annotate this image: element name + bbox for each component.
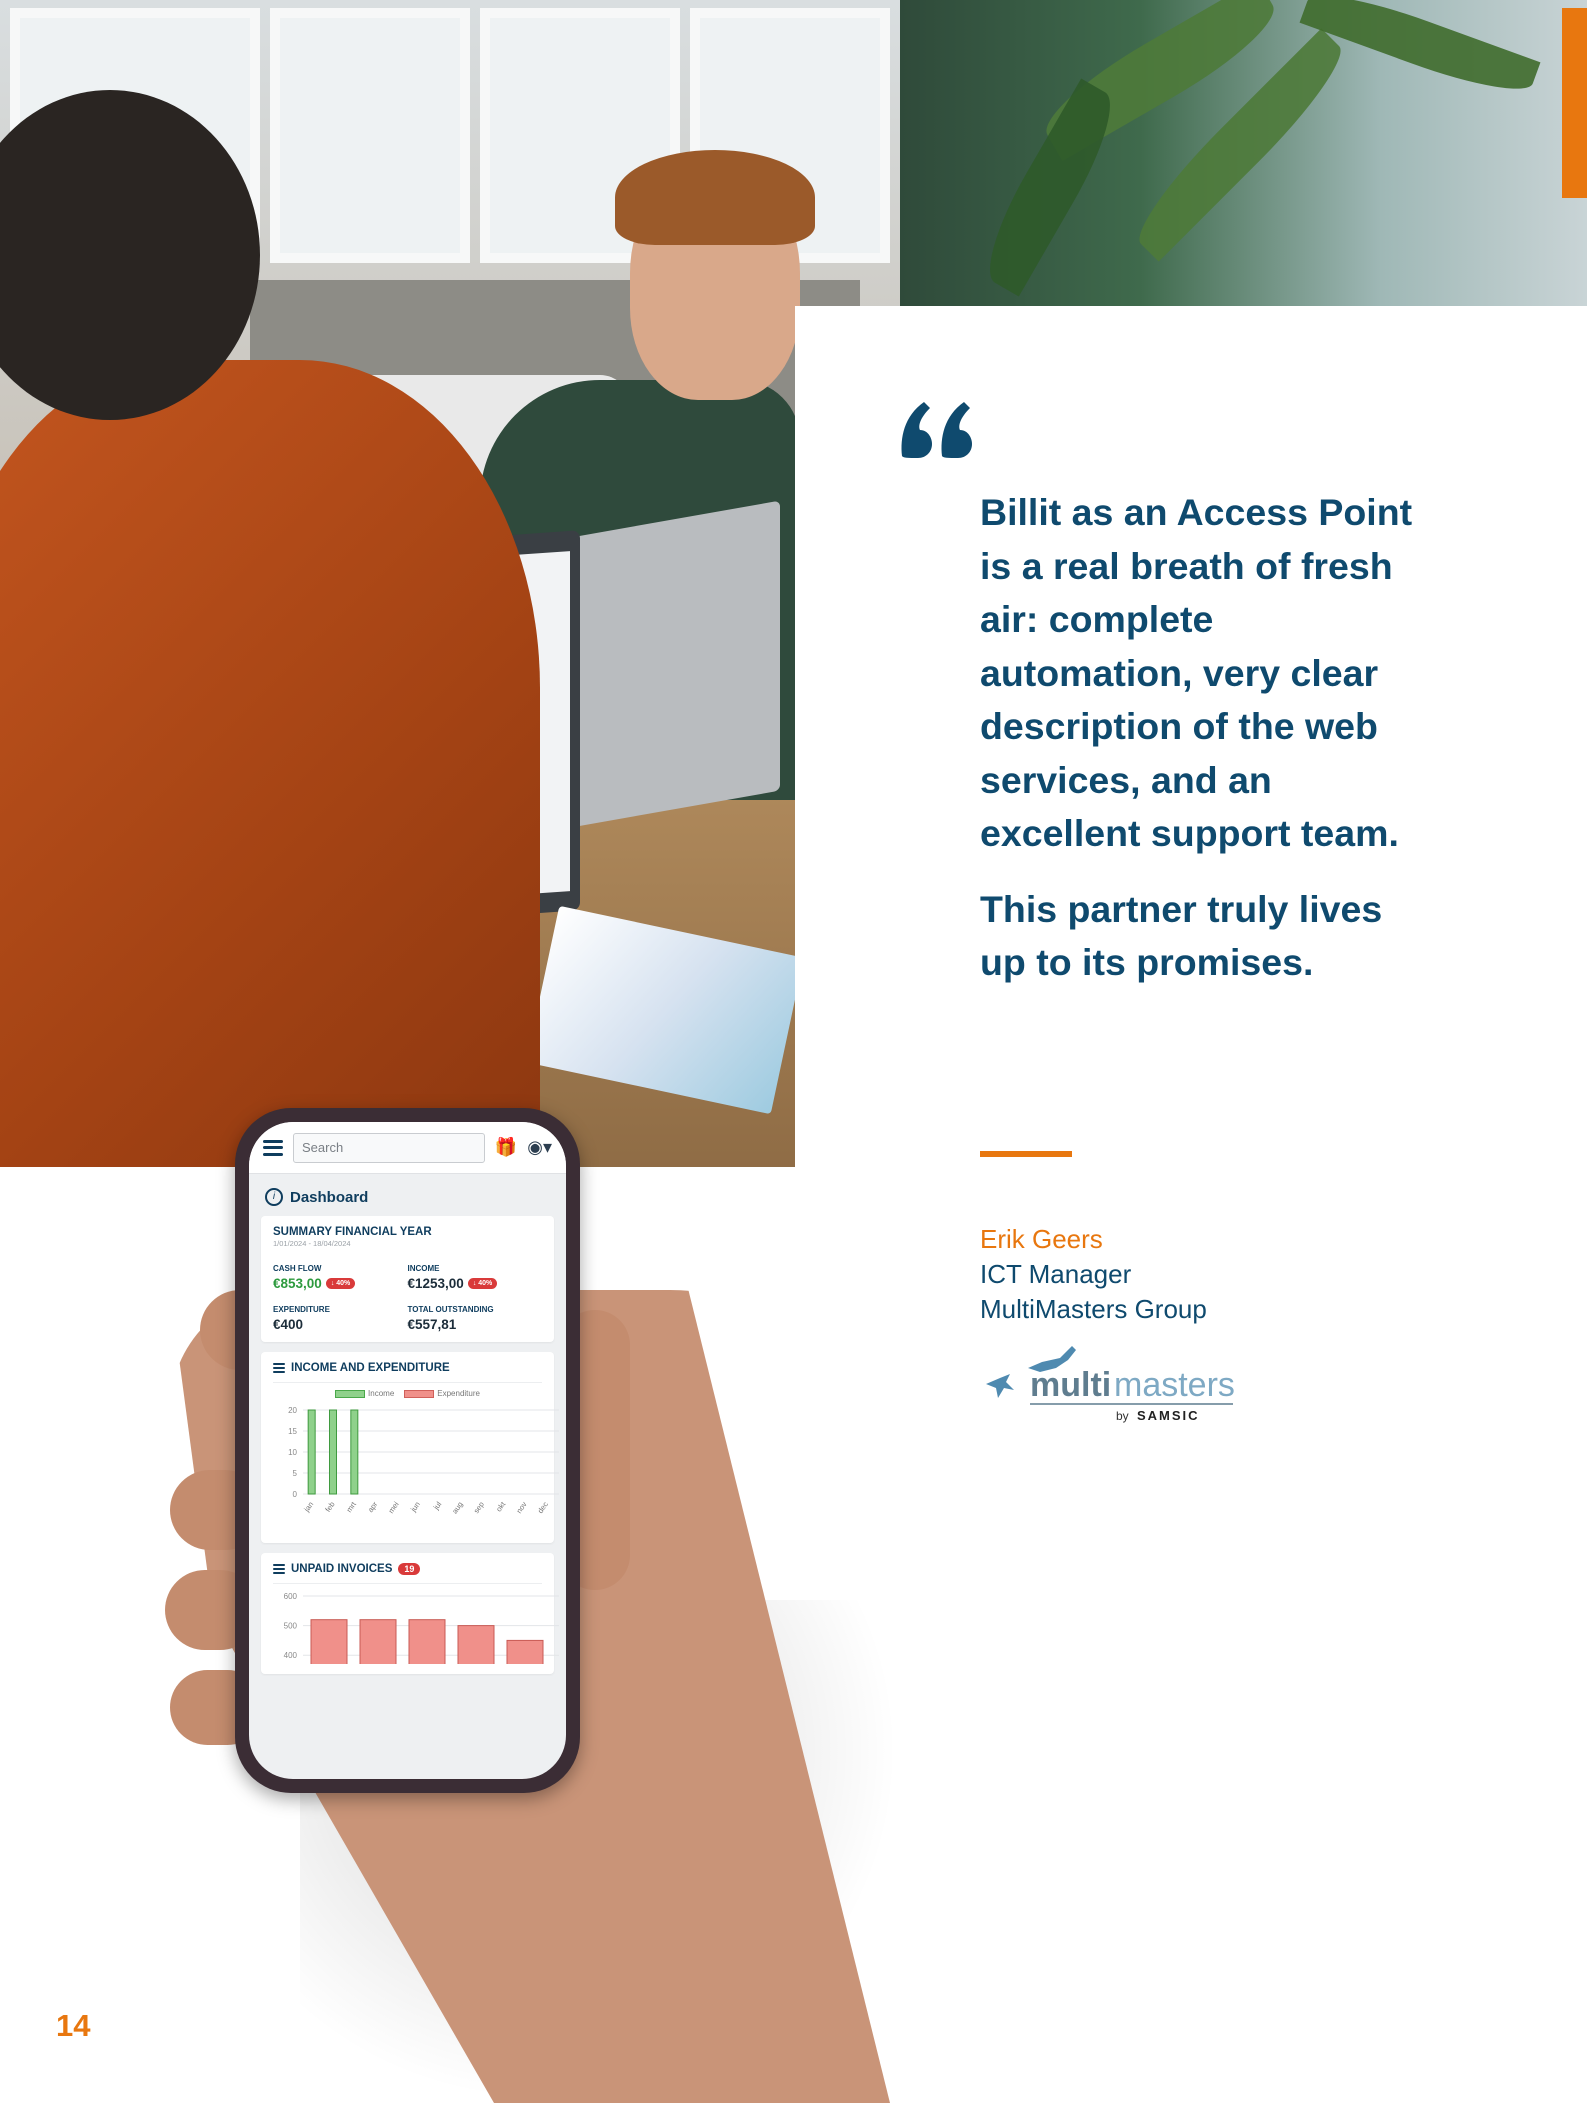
unpaid-invoices-card: UNPAID INVOICES 19 400 500 600 xyxy=(261,1553,559,1674)
unpaid-bar xyxy=(506,1639,544,1664)
quote-paragraph: Billit as an Access Point is a real brea… xyxy=(980,491,1413,854)
man-hair xyxy=(615,150,815,245)
unpaid-bar xyxy=(457,1625,495,1664)
stack-icon xyxy=(273,1363,285,1373)
x-tick-label: sep xyxy=(472,1500,486,1515)
logo-by: by xyxy=(1116,1409,1129,1423)
outstanding-label: TOTAL OUTSTANDING xyxy=(407,1305,494,1314)
legend-expenditure: Expenditure xyxy=(404,1389,480,1398)
testimonial-quote: Billit as an Access Point is a real brea… xyxy=(980,486,1420,990)
logo-multi: multi xyxy=(1030,1366,1111,1404)
unpaid-count-badge: 19 xyxy=(398,1563,421,1575)
x-tick-label: mei xyxy=(386,1500,400,1515)
menu-icon[interactable] xyxy=(263,1139,283,1156)
income-bar xyxy=(350,1409,359,1495)
x-tick-label: mrt xyxy=(344,1499,358,1514)
phone-screen: Search 🎁 ◉▾ i Dashboard SUMMARY FINANCIA… xyxy=(249,1122,566,1779)
laptop xyxy=(560,500,780,830)
y-tick-label: 15 xyxy=(288,1427,297,1436)
y-tick-label: 20 xyxy=(288,1406,297,1415)
cash-flow-change-badge: ↓ 40% xyxy=(325,1278,356,1289)
x-tick-label: feb xyxy=(323,1500,336,1514)
income-bar xyxy=(307,1409,316,1495)
author-company: MultiMasters Group xyxy=(980,1294,1207,1324)
logo-masters: masters xyxy=(1114,1366,1235,1404)
income-label: INCOME xyxy=(407,1264,440,1273)
gift-icon[interactable]: 🎁 xyxy=(495,1137,517,1158)
person-in-orange-jacket xyxy=(0,360,540,1167)
expenditure-value: €400 xyxy=(273,1317,304,1332)
income-expenditure-title: INCOME AND EXPENDITURE xyxy=(291,1362,450,1374)
y-tick-label: 400 xyxy=(284,1651,298,1660)
x-tick-label: jun xyxy=(408,1500,422,1514)
info-icon: i xyxy=(265,1188,283,1206)
x-tick-label: apr xyxy=(366,1500,380,1514)
logo-samsic: SAMSIC xyxy=(1137,1408,1200,1423)
orange-accent-bar xyxy=(1562,8,1587,198)
cash-flow-label: CASH FLOW xyxy=(273,1264,322,1273)
y-tick-label: 600 xyxy=(284,1592,298,1601)
unpaid-invoices-title: UNPAID INVOICES xyxy=(291,1563,393,1575)
unpaid-bar xyxy=(408,1619,446,1664)
accent-divider xyxy=(980,1151,1072,1157)
window xyxy=(270,8,470,263)
x-tick-label: jul xyxy=(431,1500,443,1512)
summary-card: SUMMARY FINANCIAL YEAR 1/01/2024 - 18/04… xyxy=(261,1216,554,1342)
y-tick-label: 5 xyxy=(293,1469,298,1478)
app-header: Search 🎁 ◉▾ xyxy=(249,1122,566,1174)
income-bar xyxy=(329,1409,337,1495)
author-role: ICT Manager xyxy=(980,1259,1132,1289)
income-value: €1253,00 xyxy=(407,1276,464,1291)
unpaid-bar xyxy=(310,1619,348,1664)
chart-legend: Income Expenditure xyxy=(273,1389,542,1398)
signature: Erik Geers ICT Manager MultiMasters Grou… xyxy=(980,1222,1207,1327)
multimasters-logo: multi masters by SAMSIC xyxy=(986,1346,1235,1423)
income-change-badge: ↓ 40% xyxy=(467,1278,498,1289)
x-tick-label: dec xyxy=(536,1500,550,1515)
page-number: 14 xyxy=(56,2008,91,2043)
stack-icon xyxy=(273,1564,285,1574)
summary-period: 1/01/2024 - 18/04/2024 xyxy=(273,1239,351,1248)
legend-income: Income xyxy=(335,1389,394,1398)
user-icon[interactable]: ◉▾ xyxy=(527,1137,552,1158)
page-title: Dashboard xyxy=(290,1188,369,1206)
antelope-icon xyxy=(986,1374,1014,1398)
summary-title: SUMMARY FINANCIAL YEAR xyxy=(273,1226,432,1238)
income-expenditure-chart: 0 5 10 15 20 jan feb mrt apr mei jun jul aug sep okt no… xyxy=(288,1406,559,1515)
outstanding-value: €557,81 xyxy=(407,1317,457,1332)
x-tick-label: okt xyxy=(494,1499,508,1513)
unpaid-invoices-chart: 400 500 600 xyxy=(284,1592,559,1664)
quote-icon xyxy=(901,402,972,458)
x-tick-label: aug xyxy=(450,1500,465,1515)
y-tick-label: 10 xyxy=(288,1448,297,1457)
dashboard-heading: i Dashboard xyxy=(249,1174,566,1216)
cash-flow-value: €853,00 xyxy=(273,1276,322,1291)
smartphone: Search 🎁 ◉▾ i Dashboard SUMMARY FINANCIA… xyxy=(235,1108,580,1793)
x-tick-label: nov xyxy=(514,1500,528,1515)
unpaid-bar xyxy=(359,1619,397,1664)
y-tick-label: 500 xyxy=(284,1622,298,1631)
income-expenditure-card: INCOME AND EXPENDITURE Income Expenditur… xyxy=(261,1352,559,1543)
expenditure-label: EXPENDITURE xyxy=(273,1305,330,1314)
y-tick-label: 0 xyxy=(293,1490,298,1499)
author-name: Erik Geers xyxy=(980,1224,1103,1254)
quote-paragraph: This partner truly lives up to its promi… xyxy=(980,887,1383,984)
search-input[interactable]: Search xyxy=(293,1132,485,1163)
x-tick-label: jan xyxy=(302,1500,316,1514)
